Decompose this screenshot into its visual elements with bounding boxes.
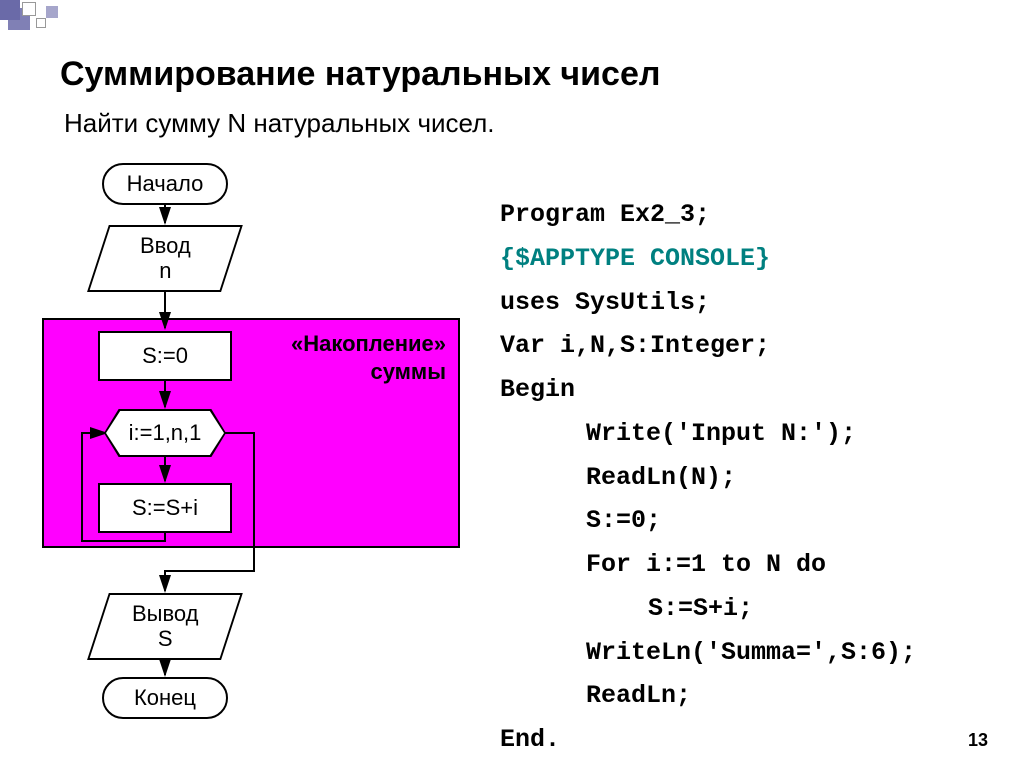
code-line: Var i,N,S:Integer;: [500, 324, 984, 368]
flowchart-end: Конец: [102, 677, 228, 719]
code-line: Begin: [500, 368, 984, 412]
flowchart-loop: i:=1,n,1: [104, 409, 226, 457]
code-block: Program Ex2_3; {$APPTYPE CONSOLE} uses S…: [500, 193, 984, 762]
flowchart-start: Начало: [102, 163, 228, 205]
code-line: uses SysUtils;: [500, 281, 984, 325]
flowchart-init: S:=0: [98, 331, 232, 381]
flowchart-accum: S:=S+i: [98, 483, 232, 533]
code-line: WriteLn('Summa=',S:6);: [500, 631, 984, 675]
flowchart-input-text: Ввод n: [140, 233, 191, 284]
flowchart-loop-text: i:=1,n,1: [106, 411, 224, 455]
code-line: Program Ex2_3;: [500, 193, 984, 237]
page-title: Суммирование натуральных чисел: [60, 55, 984, 94]
flowchart: «Накопление» суммы: [60, 163, 500, 733]
decorative-squares: [0, 0, 200, 50]
page-number: 13: [968, 730, 988, 751]
code-line: ReadLn;: [500, 674, 984, 718]
flowchart-input: Ввод n: [87, 225, 243, 292]
code-line: End.: [500, 718, 984, 762]
code-line: S:=0;: [500, 499, 984, 543]
page-subtitle: Найти сумму N натуральных чисел.: [64, 108, 984, 139]
code-line: ReadLn(N);: [500, 456, 984, 500]
code-line: S:=S+i;: [500, 587, 984, 631]
flowchart-output: Вывод S: [87, 593, 243, 660]
code-line: {$APPTYPE CONSOLE}: [500, 237, 984, 281]
flowchart-output-text: Вывод S: [132, 601, 199, 652]
code-line: For i:=1 to N do: [500, 543, 984, 587]
code-line: Write('Input N:');: [500, 412, 984, 456]
